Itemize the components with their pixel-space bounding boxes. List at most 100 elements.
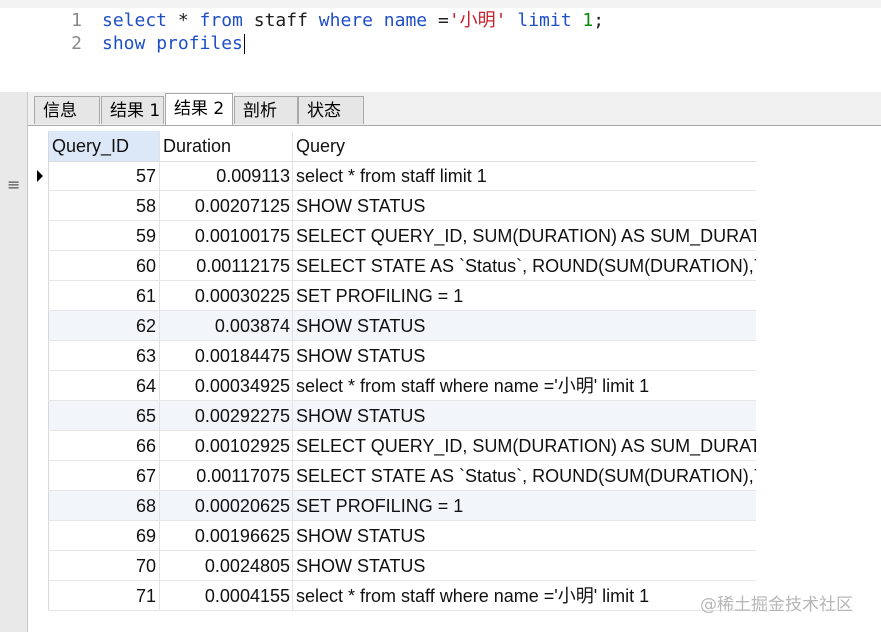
row-indicator[interactable] bbox=[28, 551, 49, 581]
query-cell[interactable]: SET PROFILING = 1 bbox=[293, 491, 756, 521]
table-row[interactable]: 58 0.00207125 SHOW STATUS bbox=[28, 191, 756, 221]
sql-editor[interactable]: 1 select * from staff where name ='小明' li… bbox=[0, 0, 881, 92]
column-header-duration[interactable]: Duration bbox=[160, 131, 293, 161]
tab-3[interactable]: 结果 2 bbox=[165, 93, 233, 125]
row-indicator[interactable] bbox=[28, 461, 49, 491]
query-cell[interactable]: select * from staff limit 1 bbox=[293, 161, 756, 191]
result-tabbar: 信息 结果 1 结果 2 剖析 状态 bbox=[28, 92, 881, 126]
duration-cell[interactable]: 0.00100175 bbox=[160, 221, 293, 251]
query-id-cell[interactable]: 71 bbox=[49, 581, 160, 611]
code-token: profiles bbox=[156, 33, 243, 54]
duration-cell[interactable]: 0.00117075 bbox=[160, 461, 293, 491]
hamburger-icon[interactable]: ≡ bbox=[7, 177, 20, 193]
query-cell[interactable]: SELECT QUERY_ID, SUM(DURATION) AS SUM_DU… bbox=[293, 431, 756, 461]
duration-cell[interactable]: 0.00102925 bbox=[160, 431, 293, 461]
row-indicator[interactable] bbox=[28, 491, 49, 521]
row-indicator[interactable] bbox=[28, 281, 49, 311]
query-cell[interactable]: SELECT STATE AS `Status`, ROUND(SUM(DURA… bbox=[293, 251, 756, 281]
duration-cell[interactable]: 0.00034925 bbox=[160, 371, 293, 401]
duration-cell[interactable]: 0.00184475 bbox=[160, 341, 293, 371]
table-row[interactable]: 66 0.00102925 SELECT QUERY_ID, SUM(DURATIO… bbox=[28, 431, 756, 461]
row-pointer-icon[interactable] bbox=[28, 161, 49, 191]
query-cell[interactable]: SHOW STATUS bbox=[293, 341, 756, 371]
tab-2[interactable]: 结果 1 bbox=[101, 96, 164, 124]
query-cell[interactable]: select * from staff where name ='小明' lim… bbox=[293, 581, 756, 611]
row-indicator[interactable] bbox=[28, 581, 49, 611]
duration-cell[interactable]: 0.00207125 bbox=[160, 191, 293, 221]
duration-cell[interactable]: 0.0024805 bbox=[160, 551, 293, 581]
code-token: limit bbox=[517, 10, 572, 31]
code-token: select bbox=[102, 10, 168, 31]
query-id-cell[interactable]: 59 bbox=[49, 221, 160, 251]
table-row[interactable]: 57 0.009113 select * from staff limit 1 bbox=[28, 161, 756, 191]
results-left-gutter: ≡ bbox=[0, 92, 28, 632]
query-id-cell[interactable]: 66 bbox=[49, 431, 160, 461]
row-indicator[interactable] bbox=[28, 521, 49, 551]
table-row[interactable]: 61 0.00030225 SET PROFILING = 1 bbox=[28, 281, 756, 311]
query-cell[interactable]: SELECT QUERY_ID, SUM(DURATION) AS SUM_DU… bbox=[293, 221, 756, 251]
table-row[interactable]: 64 0.00034925 select * from staff where na… bbox=[28, 371, 756, 401]
query-id-cell[interactable]: 65 bbox=[49, 401, 160, 431]
table-row[interactable]: 65 0.00292275 SHOW STATUS bbox=[28, 401, 756, 431]
query-cell[interactable]: SET PROFILING = 1 bbox=[293, 281, 756, 311]
column-header-query-id[interactable]: Query_ID bbox=[49, 131, 160, 161]
row-indicator[interactable] bbox=[28, 191, 49, 221]
query-cell[interactable]: SHOW STATUS bbox=[293, 401, 756, 431]
duration-cell[interactable]: 0.0004155 bbox=[160, 581, 293, 611]
text-caret bbox=[243, 34, 245, 54]
query-id-cell[interactable]: 69 bbox=[49, 521, 160, 551]
row-indicator[interactable] bbox=[28, 221, 49, 251]
table-row[interactable]: 70 0.0024805 SHOW STATUS bbox=[28, 551, 756, 581]
table-row[interactable]: 68 0.00020625 SET PROFILING = 1 bbox=[28, 491, 756, 521]
query-id-cell[interactable]: 67 bbox=[49, 461, 160, 491]
query-id-cell[interactable]: 64 bbox=[49, 371, 160, 401]
code-token: where bbox=[318, 10, 373, 31]
table-row[interactable]: 71 0.0004155 select * from staff where nam… bbox=[28, 581, 756, 611]
tab-4[interactable]: 剖析 bbox=[234, 96, 298, 124]
duration-cell[interactable]: 0.00292275 bbox=[160, 401, 293, 431]
watermark: @稀土掘金技术社区 bbox=[700, 595, 853, 615]
query-id-cell[interactable]: 57 bbox=[49, 161, 160, 191]
query-cell[interactable]: SHOW STATUS bbox=[293, 551, 756, 581]
query-id-cell[interactable]: 58 bbox=[49, 191, 160, 221]
tab-5[interactable]: 状态 bbox=[298, 96, 364, 124]
query-cell[interactable]: select * from staff where name ='小明' lim… bbox=[293, 371, 756, 401]
row-indicator[interactable] bbox=[28, 371, 49, 401]
row-indicator[interactable] bbox=[28, 251, 49, 281]
query-cell[interactable]: SHOW STATUS bbox=[293, 311, 756, 341]
table-row[interactable]: 67 0.00117075 SELECT STATE AS `Status`, RO… bbox=[28, 461, 756, 491]
table-row[interactable]: 69 0.00196625 SHOW STATUS bbox=[28, 521, 756, 551]
duration-cell[interactable]: 0.00020625 bbox=[160, 491, 293, 521]
result-grid[interactable]: Query_ID Duration Query 57 0.009113 select * … bbox=[28, 131, 881, 632]
duration-cell[interactable]: 0.009113 bbox=[160, 161, 293, 191]
table-row[interactable]: 62 0.003874 SHOW STATUS bbox=[28, 311, 756, 341]
query-id-cell[interactable]: 63 bbox=[49, 341, 160, 371]
row-indicator[interactable] bbox=[28, 311, 49, 341]
line-number: 1 bbox=[71, 10, 82, 31]
code-text[interactable]: show profiles bbox=[102, 32, 245, 56]
row-indicator[interactable] bbox=[28, 341, 49, 371]
row-indicator[interactable] bbox=[28, 401, 49, 431]
duration-cell[interactable]: 0.003874 bbox=[160, 311, 293, 341]
code-token: '小明' bbox=[448, 10, 507, 31]
table-row[interactable]: 60 0.00112175 SELECT STATE AS `Status`, RO… bbox=[28, 251, 756, 281]
tab-1[interactable]: 信息 bbox=[34, 96, 100, 124]
query-cell[interactable]: SHOW STATUS bbox=[293, 191, 756, 221]
query-id-cell[interactable]: 70 bbox=[49, 551, 160, 581]
duration-cell[interactable]: 0.00112175 bbox=[160, 251, 293, 281]
query-id-cell[interactable]: 68 bbox=[49, 491, 160, 521]
query-id-cell[interactable]: 60 bbox=[49, 251, 160, 281]
duration-cell[interactable]: 0.00030225 bbox=[160, 281, 293, 311]
query-cell[interactable]: SELECT STATE AS `Status`, ROUND(SUM(DURA… bbox=[293, 461, 756, 491]
query-cell[interactable]: SHOW STATUS bbox=[293, 521, 756, 551]
row-indicator[interactable] bbox=[28, 431, 49, 461]
duration-cell[interactable]: 0.00196625 bbox=[160, 521, 293, 551]
code-text[interactable]: select * from staff where name ='小明' lim… bbox=[102, 9, 604, 33]
query-id-cell[interactable]: 62 bbox=[49, 311, 160, 341]
code-token: staff bbox=[242, 10, 319, 31]
column-header-query[interactable]: Query bbox=[293, 131, 756, 161]
table-row[interactable]: 63 0.00184475 SHOW STATUS bbox=[28, 341, 756, 371]
table-row[interactable]: 59 0.00100175 SELECT QUERY_ID, SUM(DURATIO… bbox=[28, 221, 756, 251]
query-id-cell[interactable]: 61 bbox=[49, 281, 160, 311]
